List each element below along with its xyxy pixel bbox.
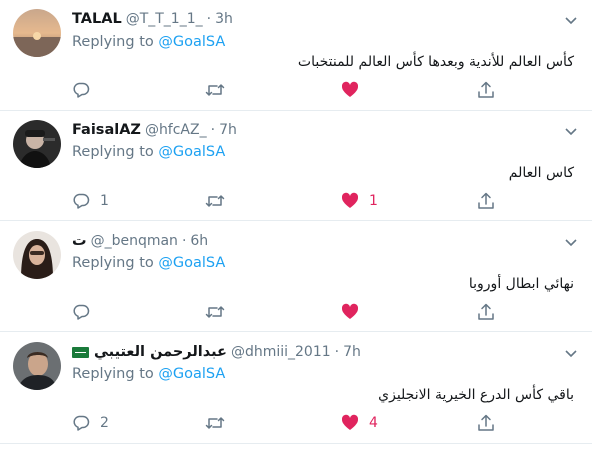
replying-to: Replying to @GoalSA <box>72 142 225 162</box>
retweet-icon <box>205 417 225 429</box>
timestamp[interactable]: 7h <box>219 120 237 140</box>
timestamp[interactable]: 6h <box>190 231 208 251</box>
like-icon <box>341 303 359 319</box>
display-name[interactable]: ت <box>72 231 87 251</box>
mention-link[interactable]: @GoalSA <box>158 34 225 50</box>
retweet-icon <box>205 84 225 96</box>
tweet-header: عبدالرحمن العتيبي @dhmiii_2011 · 7h <box>72 342 361 362</box>
reply-icon <box>73 304 90 320</box>
saudi-flag-icon <box>72 346 89 358</box>
tweet-item[interactable]: ت @_benqman · 6h Replying to @GoalSA نها… <box>0 221 592 332</box>
tweet-header: TALAL @T_T_1_1_ · 3h <box>72 9 233 29</box>
reply-count: 1 <box>100 193 109 209</box>
replying-to: Replying to @GoalSA <box>72 253 225 273</box>
share-button[interactable] <box>477 191 495 211</box>
mention-link[interactable]: @GoalSA <box>158 366 225 382</box>
user-handle[interactable]: @T_T_1_1_ <box>126 9 203 29</box>
display-name[interactable]: FaisalAZ <box>72 120 141 140</box>
separator-dot: · <box>181 233 187 249</box>
reply-button[interactable] <box>72 302 100 322</box>
display-name[interactable]: TALAL <box>72 9 122 29</box>
mention-link[interactable]: @GoalSA <box>158 144 225 160</box>
like-count: 4 <box>369 415 378 431</box>
like-button[interactable]: 1 <box>341 191 378 211</box>
tweet-text: كأس العالم للأندية وبعدها كأس العالم للم… <box>297 54 574 70</box>
avatar[interactable] <box>13 120 61 168</box>
tweet-text: باقي كأس الدرع الخيرية الانجليزي <box>378 387 574 403</box>
reply-button[interactable]: 1 <box>72 191 109 211</box>
share-button[interactable] <box>477 80 495 100</box>
like-count: 1 <box>369 193 378 209</box>
timestamp[interactable]: 7h <box>343 342 361 362</box>
retweet-button[interactable] <box>205 80 225 100</box>
reply-icon <box>73 193 90 209</box>
replying-to-label: Replying to <box>72 255 154 271</box>
caret-down-icon[interactable] <box>564 124 578 138</box>
caret-down-icon[interactable] <box>564 346 578 360</box>
user-handle[interactable]: @dhmiii_2011 <box>231 342 331 362</box>
tweet-item[interactable]: TALAL @T_T_1_1_ · 3h Replying to @GoalSA… <box>0 0 592 111</box>
tweet-header: ت @_benqman · 6h <box>72 231 208 251</box>
share-button[interactable] <box>477 413 495 433</box>
share-icon <box>478 414 494 431</box>
timestamp[interactable]: 3h <box>215 9 233 29</box>
separator-dot: · <box>210 122 216 138</box>
retweet-icon <box>205 306 225 318</box>
avatar[interactable] <box>13 9 61 57</box>
like-icon <box>341 414 359 430</box>
share-button[interactable] <box>477 302 495 322</box>
replying-to: Replying to @GoalSA <box>72 32 225 52</box>
retweet-icon <box>205 195 225 207</box>
avatar[interactable] <box>13 231 61 279</box>
caret-down-icon[interactable] <box>564 235 578 249</box>
retweet-button[interactable] <box>205 191 225 211</box>
reply-count: 2 <box>100 415 109 431</box>
share-icon <box>478 192 494 209</box>
reply-feed: TALAL @T_T_1_1_ · 3h Replying to @GoalSA… <box>0 0 597 449</box>
separator-dot: · <box>334 344 340 360</box>
like-button[interactable] <box>341 302 369 322</box>
tweet-item[interactable]: FaisalAZ @hfcAZ_ · 7h Replying to @GoalS… <box>0 111 592 221</box>
tweet-item[interactable]: عبدالرحمن العتيبي @dhmiii_2011 · 7h Repl… <box>0 332 592 444</box>
replying-to-label: Replying to <box>72 144 154 160</box>
mention-link[interactable]: @GoalSA <box>158 255 225 271</box>
user-handle[interactable]: @_benqman <box>91 231 178 251</box>
like-icon <box>341 81 359 97</box>
share-icon <box>478 303 494 320</box>
reply-button[interactable]: 2 <box>72 413 109 433</box>
reply-button[interactable] <box>72 80 100 100</box>
share-icon <box>478 81 494 98</box>
replying-to-label: Replying to <box>72 34 154 50</box>
like-button[interactable] <box>341 80 369 100</box>
separator-dot: · <box>206 11 212 27</box>
reply-icon <box>73 415 90 431</box>
retweet-button[interactable] <box>205 413 225 433</box>
tweet-header: FaisalAZ @hfcAZ_ · 7h <box>72 120 237 140</box>
tweet-text: نهائي ابطال أوروبا <box>468 276 574 292</box>
display-name[interactable]: عبدالرحمن العتيبي <box>94 342 227 362</box>
replying-to-label: Replying to <box>72 366 154 382</box>
caret-down-icon[interactable] <box>564 13 578 27</box>
replying-to: Replying to @GoalSA <box>72 364 225 384</box>
reply-icon <box>73 82 90 98</box>
user-handle[interactable]: @hfcAZ_ <box>145 120 207 140</box>
retweet-button[interactable] <box>205 302 225 322</box>
tweet-text: كاس العالم <box>508 165 574 181</box>
like-button[interactable]: 4 <box>341 413 378 433</box>
avatar[interactable] <box>13 342 61 390</box>
like-icon <box>341 192 359 208</box>
